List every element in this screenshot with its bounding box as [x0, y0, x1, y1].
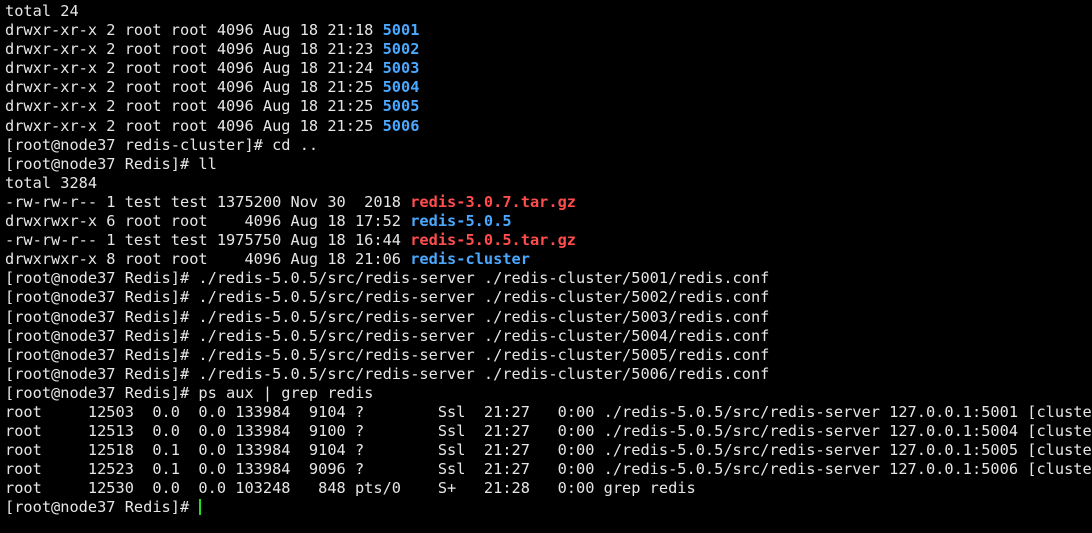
output-text: root 12530 0.0 0.0 103248 848 pts/0 S+ 2…	[5, 479, 696, 498]
terminal-line: drwxr-xr-x 2 root root 4096 Aug 18 21:23…	[5, 40, 1092, 59]
directory-name: redis-5.0.5	[410, 212, 512, 231]
terminal-line: -rw-rw-r-- 1 test test 1975750 Aug 18 16…	[5, 231, 1092, 250]
terminal-line: total 3284	[5, 174, 1092, 193]
listing-details: -rw-rw-r-- 1 test test 1975750 Aug 18 16…	[5, 231, 411, 250]
terminal-window[interactable]: total 24 drwxr-xr-x 2 root root 4096 Aug …	[0, 0, 1092, 533]
directory-name: redis-cluster	[410, 250, 530, 269]
terminal-line: [root@node37 Redis]# ./redis-5.0.5/src/r…	[5, 288, 1092, 307]
output-text: total 3284	[5, 173, 98, 192]
terminal-line: root 12518 0.1 0.0 133984 9104 ? Ssl 21:…	[5, 441, 1092, 460]
terminal-prompt-line[interactable]: [root@node37 Redis]#	[5, 498, 1092, 517]
directory-name: 5001	[382, 21, 420, 40]
directory-name: 5002	[382, 40, 420, 59]
terminal-line: -rw-rw-r-- 1 test test 1375200 Nov 30 20…	[5, 193, 1092, 212]
terminal-line: drwxr-xr-x 2 root root 4096 Aug 18 21:24…	[5, 59, 1092, 78]
directory-name: 5006	[382, 116, 420, 135]
listing-details: drwxr-xr-x 2 root root 4096 Aug 18 21:25	[5, 78, 383, 97]
terminal-line: root 12523 0.1 0.0 133984 9096 ? Ssl 21:…	[5, 460, 1092, 479]
output-text: [root@node37 Redis]# ./redis-5.0.5/src/r…	[5, 288, 770, 307]
listing-details: drwxr-xr-x 2 root root 4096 Aug 18 21:24	[5, 59, 383, 78]
output-text: [root@node37 redis-cluster]# cd ..	[5, 135, 319, 154]
listing-details: drwxr-xr-x 2 root root 4096 Aug 18 21:18	[5, 21, 383, 40]
terminal-line: [root@node37 Redis]# ll	[5, 155, 1092, 174]
terminal-line: [root@node37 Redis]# ./redis-5.0.5/src/r…	[5, 269, 1092, 288]
listing-details: drwxr-xr-x 2 root root 4096 Aug 18 21:23	[5, 40, 383, 59]
shell-prompt: [root@node37 Redis]#	[5, 498, 199, 517]
terminal-line: drwxr-xr-x 2 root root 4096 Aug 18 21:18…	[5, 21, 1092, 40]
terminal-line: [root@node37 Redis]# ./redis-5.0.5/src/r…	[5, 365, 1092, 384]
listing-details: drwxr-xr-x 2 root root 4096 Aug 18 21:25	[5, 116, 383, 135]
directory-name: 5005	[382, 97, 420, 116]
output-text: total 24	[5, 2, 79, 20]
output-text: [root@node37 Redis]# ./redis-5.0.5/src/r…	[5, 364, 770, 383]
output-text: [root@node37 Redis]# ps aux | grep redis	[5, 383, 374, 402]
terminal-line: root 12530 0.0 0.0 103248 848 pts/0 S+ 2…	[5, 479, 1092, 498]
archive-file-name: redis-5.0.5.tar.gz	[410, 231, 576, 250]
terminal-line: [root@node37 redis-cluster]# cd ..	[5, 136, 1092, 155]
listing-details: drwxr-xr-x 2 root root 4096 Aug 18 21:25	[5, 97, 383, 116]
terminal-line: [root@node37 Redis]# ./redis-5.0.5/src/r…	[5, 346, 1092, 365]
terminal-line: [root@node37 Redis]# ./redis-5.0.5/src/r…	[5, 327, 1092, 346]
listing-details: -rw-rw-r-- 1 test test 1375200 Nov 30 20…	[5, 192, 411, 211]
output-text: [root@node37 Redis]# ./redis-5.0.5/src/r…	[5, 269, 770, 288]
output-text: [root@node37 Redis]# ./redis-5.0.5/src/r…	[5, 307, 770, 326]
output-text: [root@node37 Redis]# ./redis-5.0.5/src/r…	[5, 345, 770, 364]
output-text: root 12523 0.1 0.0 133984 9096 ? Ssl 21:…	[5, 460, 1092, 479]
terminal-line: drwxr-xr-x 2 root root 4096 Aug 18 21:25…	[5, 78, 1092, 97]
terminal-line: drwxr-xr-x 2 root root 4096 Aug 18 21:25…	[5, 117, 1092, 136]
terminal-line: root 12513 0.0 0.0 133984 9100 ? Ssl 21:…	[5, 422, 1092, 441]
listing-details: drwxrwxr-x 6 root root 4096 Aug 18 17:52	[5, 212, 411, 231]
terminal-line: [root@node37 Redis]# ps aux | grep redis	[5, 384, 1092, 403]
terminal-line: root 12503 0.0 0.0 133984 9104 ? Ssl 21:…	[5, 403, 1092, 422]
listing-details: drwxrwxr-x 8 root root 4096 Aug 18 21:06	[5, 250, 411, 269]
output-text: root 12503 0.0 0.0 133984 9104 ? Ssl 21:…	[5, 402, 1092, 421]
output-text: [root@node37 Redis]# ll	[5, 154, 217, 173]
terminal-line: total 24	[5, 2, 1092, 21]
output-text: root 12513 0.0 0.0 133984 9100 ? Ssl 21:…	[5, 422, 1092, 441]
directory-name: 5003	[382, 59, 420, 78]
directory-name: 5004	[382, 78, 420, 97]
text-cursor	[199, 499, 202, 516]
terminal-line: drwxrwxr-x 8 root root 4096 Aug 18 21:06…	[5, 250, 1092, 269]
terminal-line: [root@node37 Redis]# ./redis-5.0.5/src/r…	[5, 308, 1092, 327]
terminal-line: drwxrwxr-x 6 root root 4096 Aug 18 17:52…	[5, 212, 1092, 231]
archive-file-name: redis-3.0.7.tar.gz	[410, 192, 576, 211]
output-text: root 12518 0.1 0.0 133984 9104 ? Ssl 21:…	[5, 441, 1092, 460]
output-text: [root@node37 Redis]# ./redis-5.0.5/src/r…	[5, 326, 770, 345]
terminal-line: drwxr-xr-x 2 root root 4096 Aug 18 21:25…	[5, 97, 1092, 116]
